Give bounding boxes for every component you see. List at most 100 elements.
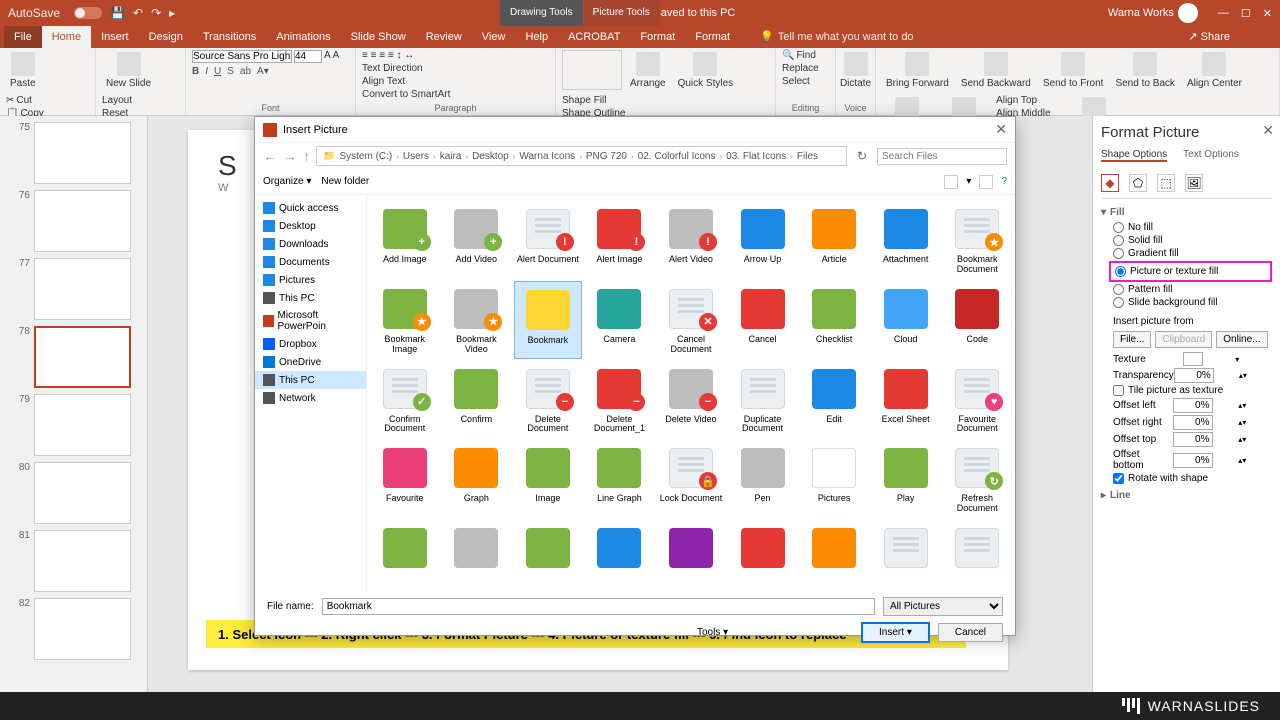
breadcrumb-item[interactable]: Desktop xyxy=(472,151,509,162)
file-item[interactable]: !Alert Image xyxy=(586,201,654,279)
filename-input[interactable] xyxy=(322,598,875,615)
solid-fill-radio[interactable]: Solid fill xyxy=(1113,235,1272,246)
align-center-button[interactable]: Align Center xyxy=(1183,50,1246,91)
slide-bg-fill-radio[interactable]: Slide background fill xyxy=(1113,297,1272,308)
shape-fill-button[interactable]: Shape Fill xyxy=(562,95,625,106)
tab-acrobat[interactable]: ACROBAT xyxy=(558,26,630,48)
file-item[interactable]: ★Bookmark Video xyxy=(443,281,511,359)
file-item[interactable]: Confirm xyxy=(443,361,511,439)
no-fill-radio[interactable]: No fill xyxy=(1113,222,1272,233)
file-item[interactable]: Cloud xyxy=(872,281,940,359)
tab-file[interactable]: File xyxy=(4,26,42,48)
tree-item[interactable]: Documents xyxy=(255,253,366,271)
breadcrumb-item[interactable]: Files xyxy=(797,151,818,162)
effects-icon[interactable]: ⬠ xyxy=(1129,174,1147,192)
up-icon[interactable]: ↑ xyxy=(303,148,310,164)
select-button[interactable]: Select xyxy=(782,76,829,87)
tab-format-drawing[interactable]: Format xyxy=(630,26,685,48)
file-item[interactable]: !Alert Document xyxy=(514,201,582,279)
tools-dropdown[interactable]: Tools ▾ xyxy=(697,627,728,638)
breadcrumb-item[interactable]: 02. Colorful Icons xyxy=(638,151,716,162)
align-text-button[interactable]: Align Text xyxy=(362,76,450,87)
tab-home[interactable]: Home xyxy=(42,26,91,48)
search-input[interactable] xyxy=(877,148,1007,165)
file-button[interactable]: File... xyxy=(1113,331,1151,348)
slide-thumbnail-75[interactable]: 75 xyxy=(16,122,131,184)
fill-line-icon[interactable]: ◆ xyxy=(1101,174,1119,192)
folder-tree[interactable]: Quick accessDesktopDownloadsDocumentsPic… xyxy=(255,195,367,591)
file-item[interactable]: Pictures xyxy=(800,440,868,518)
text-direction-button[interactable]: Text Direction xyxy=(362,63,450,74)
file-item[interactable]: ♥Favourite Document xyxy=(943,361,1011,439)
cancel-button[interactable]: Cancel xyxy=(938,623,1003,642)
bring-forward-button[interactable]: Bring Forward xyxy=(882,50,953,91)
file-item[interactable]: !Alert Video xyxy=(657,201,725,279)
file-item[interactable] xyxy=(800,520,868,578)
new-slide-button[interactable]: New Slide xyxy=(102,50,155,91)
tab-transitions[interactable]: Transitions xyxy=(193,26,266,48)
texture-picker[interactable] xyxy=(1183,352,1203,366)
dialog-close-icon[interactable]: ✕ xyxy=(995,121,1007,138)
redo-icon[interactable]: ↷ xyxy=(151,6,161,20)
file-item[interactable]: ✓Confirm Document xyxy=(371,361,439,439)
slide-thumbnail-78[interactable]: 78 xyxy=(16,326,131,388)
file-item[interactable] xyxy=(872,520,940,578)
insert-button[interactable]: Insert ▾ xyxy=(861,622,930,643)
offset-right-input[interactable] xyxy=(1173,415,1213,430)
offset-left-input[interactable] xyxy=(1173,398,1213,413)
smartart-button[interactable]: Convert to SmartArt xyxy=(362,89,450,100)
font-name[interactable] xyxy=(192,50,292,63)
tab-design[interactable]: Design xyxy=(139,26,193,48)
file-item[interactable] xyxy=(443,520,511,578)
layout-button[interactable]: Layout xyxy=(102,95,135,106)
organize-button[interactable]: Organize ▾ xyxy=(263,176,311,187)
tell-me[interactable]: 💡 Tell me what you want to do xyxy=(750,26,923,48)
shadow-button[interactable]: ab xyxy=(240,66,251,77)
file-item[interactable]: 🔒Lock Document xyxy=(657,440,725,518)
gradient-fill-radio[interactable]: Gradient fill xyxy=(1113,248,1272,259)
breadcrumb[interactable]: 📁System (C:)›Users›kaira›Desktop›Warna I… xyxy=(316,146,847,166)
tab-view[interactable]: View xyxy=(472,26,516,48)
tree-item[interactable]: Downloads xyxy=(255,235,366,253)
file-item[interactable]: Graph xyxy=(443,440,511,518)
breadcrumb-item[interactable]: Warna Icons xyxy=(519,151,575,162)
file-item[interactable]: Favourite xyxy=(371,440,439,518)
slideshow-icon[interactable]: ▸ xyxy=(169,6,175,20)
send-to-back-button[interactable]: Send to Back xyxy=(1111,50,1178,91)
file-grid[interactable]: +Add Image+Add Video!Alert Document!Aler… xyxy=(367,195,1015,591)
file-item[interactable]: Edit xyxy=(800,361,868,439)
tree-item[interactable]: Network xyxy=(255,389,366,407)
paste-button[interactable]: Paste xyxy=(6,50,40,91)
file-item[interactable]: ★Bookmark Document xyxy=(943,201,1011,279)
file-item[interactable]: Bookmark xyxy=(514,281,582,359)
breadcrumb-item[interactable]: Users xyxy=(403,151,429,162)
italic-button[interactable]: I xyxy=(205,66,208,77)
file-item[interactable] xyxy=(657,520,725,578)
tree-item[interactable]: Microsoft PowerPoin xyxy=(255,307,366,335)
tree-item[interactable]: Quick access xyxy=(255,199,366,217)
file-item[interactable]: −Delete Document xyxy=(514,361,582,439)
undo-icon[interactable]: ↶ xyxy=(133,6,143,20)
file-item[interactable]: Attachment xyxy=(872,201,940,279)
file-item[interactable]: Pen xyxy=(729,440,797,518)
tab-slideshow[interactable]: Slide Show xyxy=(341,26,416,48)
font-color-button[interactable]: A▾ xyxy=(257,66,269,77)
file-filter-select[interactable]: All Pictures xyxy=(883,597,1003,616)
back-icon[interactable]: ← xyxy=(263,148,277,164)
file-item[interactable]: Checklist xyxy=(800,281,868,359)
clipboard-button[interactable]: Clipboard xyxy=(1155,331,1212,348)
file-item[interactable] xyxy=(943,520,1011,578)
tree-item[interactable]: OneDrive xyxy=(255,353,366,371)
refresh-icon[interactable]: ↻ xyxy=(853,149,871,163)
tab-animations[interactable]: Animations xyxy=(266,26,340,48)
slide-thumbnail-76[interactable]: 76 xyxy=(16,190,131,252)
line-section-header[interactable]: ▸ Line xyxy=(1101,490,1272,501)
replace-button[interactable]: Replace xyxy=(782,63,829,74)
fill-section-header[interactable]: ▾ Fill xyxy=(1101,207,1272,218)
file-item[interactable] xyxy=(514,520,582,578)
increase-font-icon[interactable]: A xyxy=(324,50,331,63)
tab-format-picture[interactable]: Format xyxy=(685,26,740,48)
online-button[interactable]: Online... xyxy=(1216,331,1267,348)
minimize-icon[interactable]: — xyxy=(1218,7,1229,20)
slide-thumbnail-82[interactable]: 82 xyxy=(16,598,131,660)
